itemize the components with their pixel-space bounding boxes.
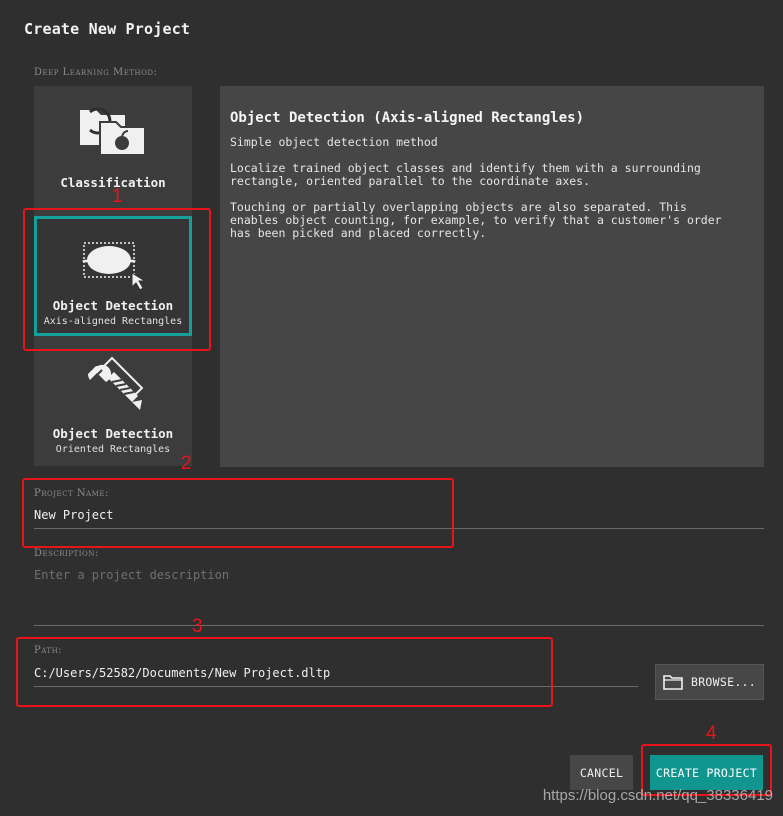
method-section-label: Deep Learning Method: — [34, 67, 158, 78]
create-project-button[interactable]: CREATE PROJECT — [650, 755, 763, 790]
lemon-selection-icon — [37, 239, 189, 291]
dialog-title: Create New Project — [24, 20, 191, 38]
method-card-object-detection-axis[interactable]: Object Detection Axis-aligned Rectangles — [34, 216, 192, 336]
method-description-panel: Object Detection (Axis-aligned Rectangle… — [220, 86, 764, 467]
method-description-paragraph: Simple object detection method — [230, 135, 438, 149]
project-name-input[interactable]: New Project — [34, 508, 764, 522]
method-name: Object Detection — [52, 298, 174, 313]
method-card-object-detection-oriented[interactable]: Object Detection Oriented Rectangles — [34, 346, 192, 466]
path-input[interactable]: C:/Users/52582/Documents/New Project.dlt… — [34, 666, 638, 680]
description-input[interactable]: Enter a project description — [34, 568, 764, 582]
method-name: Object Detection — [52, 426, 174, 441]
annotation-number-1: 1 — [112, 186, 123, 207]
method-description-paragraph: Localize trained object classes and iden… — [230, 161, 701, 188]
rotated-screw-icon — [34, 356, 192, 416]
path-label: Path: — [34, 645, 63, 656]
path-underline — [34, 686, 638, 687]
method-list: Classification Object Detection Axis-ali… — [34, 86, 192, 466]
method-subtitle: Oriented Rectangles — [55, 444, 171, 455]
project-name-label: Project Name: — [34, 488, 109, 499]
project-name-underline — [34, 528, 764, 529]
watermark-text: https://blog.csdn.net/qq_38336419 — [542, 787, 773, 804]
annotation-number-2: 2 — [181, 453, 192, 474]
description-label: Description: — [34, 548, 99, 559]
description-underline — [34, 625, 764, 626]
method-description-title: Object Detection (Axis-aligned Rectangle… — [230, 110, 585, 126]
browse-label: BROWSE... — [690, 675, 756, 689]
method-description-paragraph: Touching or partially overlapping object… — [230, 200, 722, 240]
annotation-number-3: 3 — [192, 616, 203, 637]
cancel-button[interactable]: CANCEL — [570, 755, 633, 790]
browse-button[interactable]: BROWSE... — [655, 664, 764, 700]
method-subtitle: Axis-aligned Rectangles — [43, 316, 183, 327]
folder-apple-icon — [34, 102, 192, 158]
folder-icon — [663, 674, 683, 690]
annotation-number-4: 4 — [706, 723, 717, 744]
